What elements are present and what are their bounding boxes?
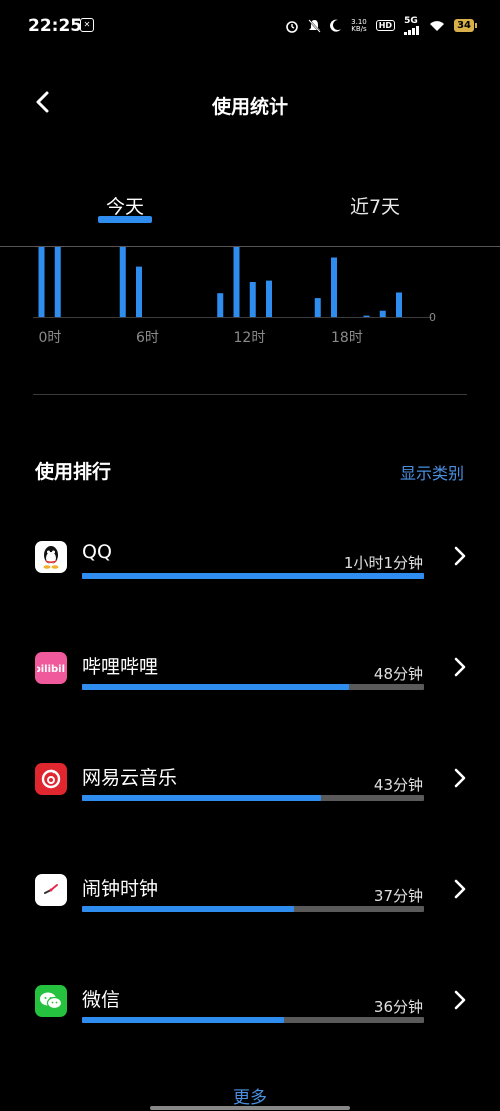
section-divider xyxy=(33,394,467,395)
chart-bar xyxy=(396,292,402,317)
network-type: 5G xyxy=(404,16,418,26)
y-zero-label: 0 xyxy=(429,311,436,324)
usage-bar xyxy=(82,684,424,690)
usage-bar-fill xyxy=(82,684,349,690)
ranking-row[interactable]: 微信 36分钟 xyxy=(0,985,500,1055)
chart-bar xyxy=(136,266,142,317)
qq-icon xyxy=(35,541,67,573)
ranking-row[interactable]: QQ 1小时1分钟 xyxy=(0,541,500,611)
bilibili-icon: bilibili xyxy=(35,652,67,684)
chart-bar xyxy=(363,315,370,317)
svg-text:bilibili: bilibili xyxy=(37,664,65,675)
chevron-right-icon[interactable] xyxy=(452,767,468,789)
usage-bar-fill xyxy=(82,1017,284,1023)
app-name: QQ xyxy=(82,541,112,563)
usage-time: 37分钟 xyxy=(373,887,423,905)
ranking-row[interactable]: 网易云音乐 43分钟 xyxy=(0,763,500,833)
battery-icon: 34 xyxy=(454,19,477,32)
chevron-right-icon[interactable] xyxy=(452,656,468,678)
usage-bar-fill xyxy=(82,906,295,912)
chart-bar xyxy=(314,298,321,317)
usage-time: 48分钟 xyxy=(373,665,423,683)
x-tick-label: 0时 xyxy=(39,330,62,346)
alarm-icon xyxy=(286,20,298,33)
chart-bar xyxy=(331,257,337,317)
ranking-row[interactable]: 闹钟时钟 37分钟 xyxy=(0,874,500,944)
usage-bar-fill xyxy=(82,795,322,801)
app-name: 微信 xyxy=(82,989,121,1011)
wechat-icon xyxy=(35,985,67,1017)
x-tick-label: 6时 xyxy=(136,330,159,346)
page-title: 使用统计 xyxy=(211,96,288,118)
app-name: 哔哩哔哩 xyxy=(82,656,159,678)
x-tick-label: 12时 xyxy=(234,330,266,346)
usage-bar xyxy=(82,795,424,801)
tab-last-7-days[interactable]: 近7天 xyxy=(340,192,410,219)
chart-bar xyxy=(217,293,224,317)
net-speed-unit: KB/s xyxy=(351,24,367,33)
x-tick-label: 18时 xyxy=(331,330,363,346)
tab-today[interactable]: 今天 xyxy=(98,192,152,219)
app-name: 网易云音乐 xyxy=(82,767,178,789)
net-speed: 3.10 KB/s xyxy=(351,18,367,33)
chevron-right-icon[interactable] xyxy=(452,878,468,900)
chevron-right-icon[interactable] xyxy=(452,545,468,567)
chart-bar xyxy=(266,280,272,317)
status-time: 22:25 xyxy=(28,16,83,36)
mute-icon xyxy=(308,18,321,33)
chart-bar xyxy=(233,247,240,317)
wifi-icon xyxy=(430,20,445,31)
notification-icon: ✕ xyxy=(80,18,94,32)
more-link[interactable]: 更多 xyxy=(0,1083,500,1108)
usage-bar xyxy=(82,906,424,912)
chart-bar xyxy=(379,310,386,317)
chevron-right-icon[interactable] xyxy=(452,989,468,1011)
netease-music-icon xyxy=(35,763,67,795)
usage-bar-fill xyxy=(82,573,424,579)
show-category-link[interactable]: 显示类别 xyxy=(400,460,464,484)
chart-bar xyxy=(54,247,61,317)
hd-badge: HD xyxy=(375,20,396,31)
signal-icon: 5G xyxy=(404,16,420,35)
chart-bar xyxy=(249,282,256,317)
hourly-usage-chart: 0时 6时 12时 18时 0 xyxy=(33,247,436,346)
status-icons: 3.10 KB/s HD 5G 34 xyxy=(285,16,477,35)
signal-bars-icon xyxy=(404,26,420,35)
usage-bar xyxy=(82,573,424,579)
usage-bar xyxy=(82,1017,424,1023)
active-tab-indicator xyxy=(98,216,152,223)
usage-time: 36分钟 xyxy=(373,998,423,1016)
chart-bar xyxy=(38,247,45,317)
usage-time: 43分钟 xyxy=(373,776,423,794)
moon-icon xyxy=(330,19,342,32)
app-name: 闹钟时钟 xyxy=(82,878,159,900)
home-indicator xyxy=(150,1106,350,1110)
ranking-title: 使用排行 xyxy=(35,461,112,483)
ranking-row[interactable]: bilibili 哔哩哔哩 48分钟 xyxy=(0,652,500,722)
chart-bar xyxy=(119,247,126,317)
usage-time: 1小时1分钟 xyxy=(343,554,423,572)
clock-icon xyxy=(35,874,67,906)
